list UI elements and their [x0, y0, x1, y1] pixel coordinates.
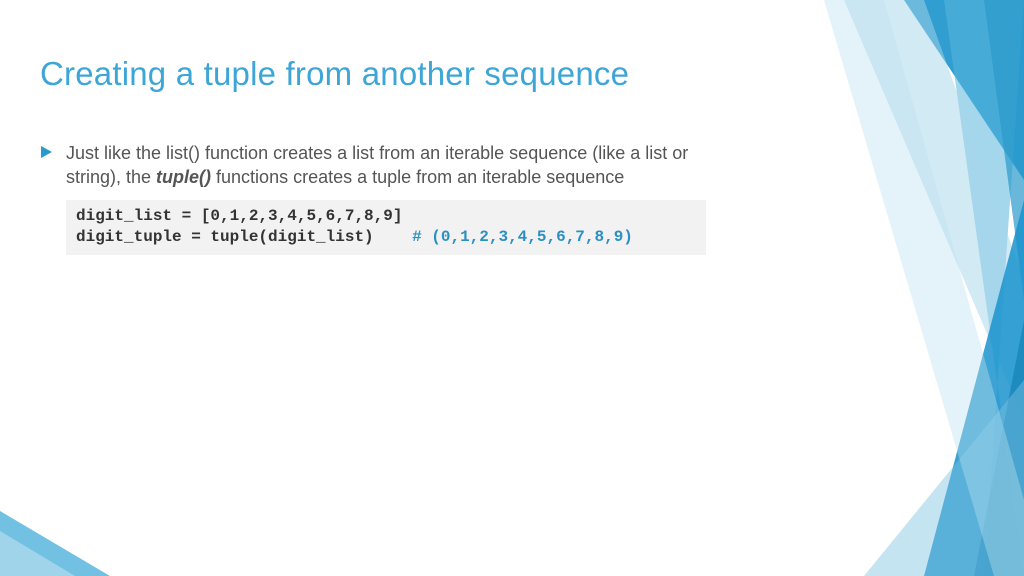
bullet-text: Just like the list() function creates a … [66, 141, 740, 190]
slide-title: Creating a tuple from another sequence [40, 55, 984, 93]
code-line-2-comment: # (0,1,2,3,4,5,6,7,8,9) [412, 228, 633, 246]
bullet-text-post: functions creates a tuple from an iterab… [211, 167, 624, 187]
code-line-2-code: digit_tuple = tuple(digit_list) [76, 228, 412, 246]
bullet-text-emph: tuple() [156, 167, 211, 187]
corner-triangle-2 [0, 531, 75, 576]
bullet-triangle-icon [40, 145, 54, 159]
code-block: digit_list = [0,1,2,3,4,5,6,7,8,9] digit… [66, 200, 706, 255]
code-line-1: digit_list = [0,1,2,3,4,5,6,7,8,9] [76, 207, 402, 225]
slide-content: Creating a tuple from another sequence J… [0, 0, 1024, 255]
bullet-point: Just like the list() function creates a … [40, 141, 740, 190]
